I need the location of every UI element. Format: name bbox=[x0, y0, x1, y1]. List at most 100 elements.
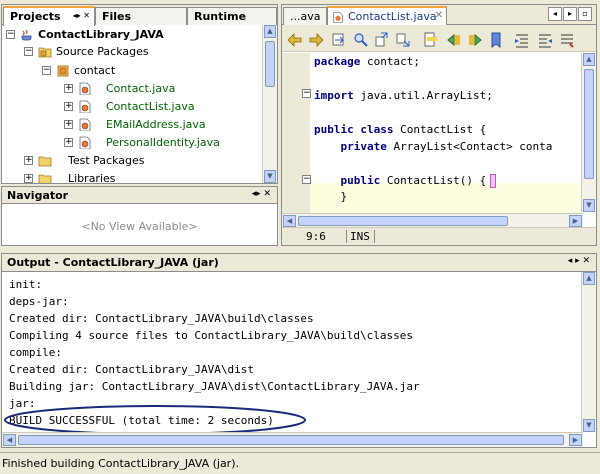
output-title: Output - ContactLibrary_JAVA (jar) bbox=[7, 256, 219, 269]
expand-toggle-icon[interactable]: + bbox=[24, 156, 33, 165]
scroll-right-icon[interactable]: ▸ bbox=[563, 7, 577, 21]
output-vertical-scrollbar[interactable]: ▲ ▼ bbox=[581, 272, 596, 432]
tab-controls[interactable]: ◂▸ ✕ bbox=[73, 11, 90, 20]
scroll-up-icon[interactable]: ▲ bbox=[264, 25, 276, 38]
forward-icon[interactable] bbox=[307, 31, 325, 49]
code-line: private ArrayList<Contact> conta bbox=[314, 140, 553, 153]
scroll-down-icon[interactable]: ▼ bbox=[264, 170, 276, 183]
editor-panel: ...ava ContactList.java ✕ ◂ ▸ ▫ − − pack… bbox=[281, 4, 597, 246]
navigator-header: Navigator ◂▸ ✕ bbox=[2, 187, 277, 204]
find-next-icon[interactable] bbox=[394, 31, 412, 49]
collapse-toggle-icon[interactable]: − bbox=[6, 30, 15, 39]
expand-toggle-icon[interactable]: + bbox=[64, 102, 73, 111]
source-folder-icon bbox=[38, 47, 52, 58]
find-selection-icon[interactable] bbox=[331, 31, 349, 49]
status-bar: Finished building ContactLibrary_JAVA (j… bbox=[0, 452, 600, 474]
toggle-highlight-icon[interactable] bbox=[422, 31, 440, 49]
tab-editor-prev[interactable]: ...ava bbox=[283, 7, 327, 25]
java-file-icon bbox=[79, 82, 91, 95]
tab-files[interactable]: Files bbox=[95, 7, 187, 25]
scroll-right-icon[interactable]: ▶ bbox=[569, 215, 582, 227]
java-file-icon bbox=[79, 118, 91, 131]
projects-tabbar: Projects ◂▸ ✕ Files Runtime bbox=[2, 5, 277, 26]
status-divider bbox=[346, 230, 347, 243]
code-line: } bbox=[314, 190, 348, 203]
expand-toggle-icon[interactable]: + bbox=[24, 174, 33, 183]
scroll-left-icon[interactable]: ◀ bbox=[283, 215, 296, 227]
output-controls[interactable]: ◂ ▸ ✕ bbox=[568, 256, 590, 266]
output-line: Created dir: ContactLibrary_JAVA\dist bbox=[9, 363, 255, 376]
scroll-thumb[interactable] bbox=[18, 435, 564, 445]
scroll-right-icon[interactable]: ▶ bbox=[569, 434, 582, 446]
output-line: Compiling 4 source files to ContactLibra… bbox=[9, 329, 413, 342]
code-line: public ContactList() { bbox=[314, 174, 487, 187]
folder-icon bbox=[38, 174, 52, 183]
fold-marker-icon[interactable] bbox=[302, 177, 311, 186]
back-icon[interactable] bbox=[286, 31, 304, 49]
editor-status-bar: 9:6 INS bbox=[282, 227, 596, 245]
code-line: package contact; bbox=[314, 55, 420, 68]
editor-tab-nav[interactable]: ◂ ▸ ▫ bbox=[548, 7, 594, 22]
find-icon[interactable] bbox=[352, 31, 370, 49]
scroll-thumb[interactable] bbox=[298, 216, 508, 226]
editor-tabbar: ...ava ContactList.java ✕ ◂ ▸ ▫ bbox=[282, 5, 596, 26]
scroll-left-icon[interactable]: ◂ bbox=[548, 7, 562, 21]
editor-vertical-scrollbar[interactable]: ▲ ▼ bbox=[581, 53, 596, 212]
tab-projects[interactable]: Projects ◂▸ ✕ bbox=[3, 6, 95, 26]
comment-icon[interactable] bbox=[558, 31, 576, 49]
status-divider bbox=[374, 230, 375, 243]
close-tab-icon[interactable]: ✕ bbox=[435, 10, 443, 21]
collapse-toggle-icon[interactable]: − bbox=[24, 47, 33, 56]
find-previous-icon[interactable] bbox=[373, 31, 391, 49]
toggle-bookmark-icon[interactable] bbox=[487, 31, 505, 49]
fold-marker-icon[interactable]: − bbox=[302, 89, 311, 98]
java-file-icon bbox=[79, 136, 91, 149]
cursor-position: 9:6 bbox=[306, 230, 326, 243]
project-tree: − ContactLibrary_JAVA − Source Packages … bbox=[6, 28, 220, 184]
projects-panel: Projects ◂▸ ✕ Files Runtime − ContactLib… bbox=[1, 4, 278, 184]
navigator-title: Navigator bbox=[7, 189, 69, 202]
scroll-thumb[interactable] bbox=[265, 41, 275, 87]
insert-mode: INS bbox=[350, 230, 370, 243]
output-line: compile: bbox=[9, 346, 62, 359]
shift-right-icon[interactable] bbox=[536, 31, 554, 49]
projects-vertical-scrollbar[interactable]: ▲ ▼ bbox=[262, 25, 277, 183]
editor-menu-icon[interactable]: ▫ bbox=[578, 7, 592, 21]
scroll-down-icon[interactable]: ▼ bbox=[583, 419, 595, 432]
scroll-down-icon[interactable]: ▼ bbox=[583, 199, 595, 212]
java-project-icon bbox=[21, 29, 32, 41]
output-line: init: bbox=[9, 278, 43, 291]
folder-icon bbox=[38, 156, 52, 167]
output-line: Created dir: ContactLibrary_JAVA\build\c… bbox=[9, 312, 314, 325]
scroll-thumb[interactable] bbox=[584, 69, 594, 179]
output-panel: Output - ContactLibrary_JAVA (jar) ◂ ▸ ✕… bbox=[1, 253, 597, 448]
navigator-controls[interactable]: ◂▸ ✕ bbox=[252, 189, 271, 199]
line-gutter bbox=[282, 53, 310, 227]
navigator-empty-text: <No View Available> bbox=[81, 220, 198, 233]
current-line-highlight bbox=[310, 183, 581, 215]
scroll-up-icon[interactable]: ▲ bbox=[583, 53, 595, 66]
tab-contactlist-java[interactable]: ContactList.java ✕ bbox=[327, 6, 447, 26]
java-file-icon bbox=[79, 100, 91, 113]
output-log[interactable]: init: deps-jar: Created dir: ContactLibr… bbox=[2, 272, 581, 435]
collapse-toggle-icon[interactable]: − bbox=[42, 66, 51, 75]
code-area[interactable]: − − package contact; import java.util.Ar… bbox=[282, 53, 581, 227]
navigator-panel: Navigator ◂▸ ✕ <No View Available> bbox=[1, 186, 278, 246]
scroll-left-icon[interactable]: ◀ bbox=[3, 434, 16, 446]
expand-toggle-icon[interactable]: + bbox=[64, 138, 73, 147]
expand-toggle-icon[interactable]: + bbox=[64, 120, 73, 129]
output-line: deps-jar: bbox=[9, 295, 69, 308]
expand-toggle-icon[interactable]: + bbox=[64, 84, 73, 93]
previous-bookmark-icon[interactable] bbox=[445, 31, 463, 49]
shift-left-icon[interactable] bbox=[513, 31, 531, 49]
tab-runtime[interactable]: Runtime bbox=[187, 7, 277, 25]
editor-horizontal-scrollbar[interactable]: ◀ ▶ bbox=[282, 213, 583, 228]
code-line: import java.util.ArrayList; bbox=[314, 89, 493, 102]
output-line: Building jar: ContactLibrary_JAVA\dist\C… bbox=[9, 380, 420, 393]
scroll-up-icon[interactable]: ▲ bbox=[583, 272, 595, 285]
brace-match-highlight bbox=[490, 174, 496, 188]
next-bookmark-icon[interactable] bbox=[466, 31, 484, 49]
code-line: public class ContactList { bbox=[314, 123, 487, 136]
output-horizontal-scrollbar[interactable]: ◀ ▶ bbox=[2, 432, 583, 447]
status-text: Finished building ContactLibrary_JAVA (j… bbox=[2, 457, 239, 470]
